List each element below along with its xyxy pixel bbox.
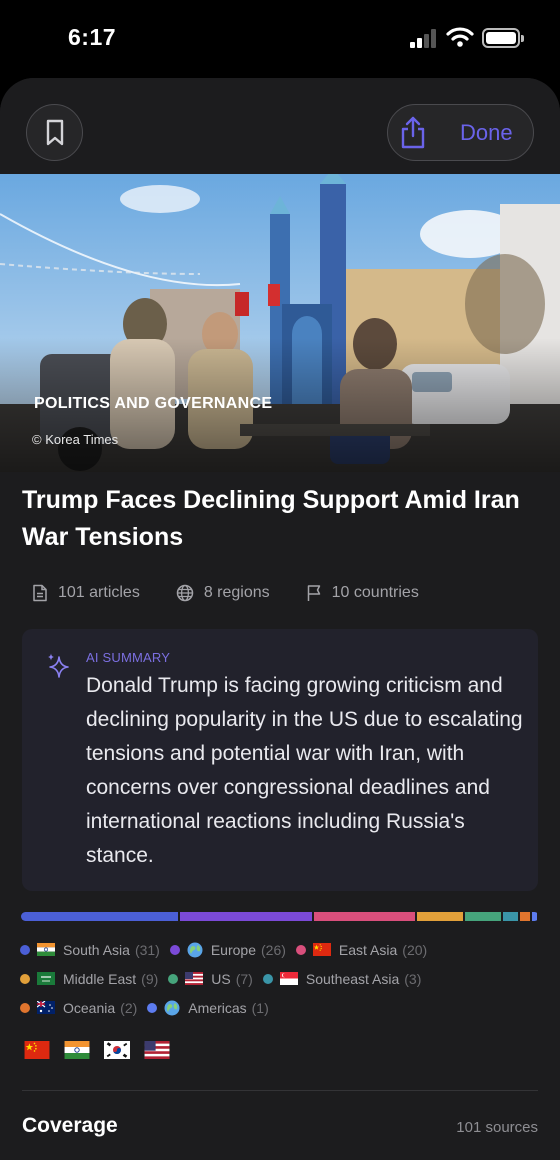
countries-count: 10 countries	[331, 584, 419, 601]
australia-flag	[37, 1001, 55, 1014]
cellular-signal-icon	[410, 28, 438, 48]
legend-region-count: (20)	[402, 941, 428, 958]
distribution-segment	[180, 912, 313, 921]
legend-region-count: (9)	[141, 970, 159, 987]
legend-dot	[20, 973, 30, 984]
stat-regions: 8 regions	[176, 584, 270, 602]
sources-count[interactable]: 101 sources	[456, 1119, 538, 1136]
china-flag	[312, 943, 331, 956]
region-distribution-bar	[21, 912, 539, 921]
status-bar: 6:17	[0, 0, 560, 78]
distribution-segment	[502, 912, 518, 921]
action-pill: Done	[387, 104, 534, 161]
legend-item[interactable]: Americas (1)	[147, 999, 269, 1016]
photo-credit: © Korea Times	[32, 432, 119, 447]
legend-region-name: East Asia	[338, 941, 398, 958]
legend-region-name: Europe	[210, 941, 256, 958]
regions-count: 8 regions	[203, 584, 270, 601]
document-icon	[33, 584, 47, 602]
legend-region-count: (2)	[120, 999, 138, 1016]
done-button[interactable]: Done	[460, 120, 513, 146]
share-button[interactable]	[396, 115, 430, 151]
article-title: Trump Faces Declining Support Amid Iran …	[22, 486, 520, 551]
legend-region-name: Oceania	[63, 999, 116, 1016]
legend-item[interactable]: East Asia (20)	[295, 941, 428, 958]
legend-dot	[295, 944, 306, 955]
legend-region-name: US	[211, 970, 231, 987]
legend-row: South Asia (31) Europe (26) East Asia (20)	[20, 935, 540, 964]
legend-dot	[262, 973, 273, 984]
status-time: 6:17	[68, 24, 117, 50]
stat-countries: 10 countries	[306, 584, 419, 602]
bookmark-icon	[46, 119, 63, 145]
distribution-segment	[314, 912, 416, 921]
bookmark-button[interactable]	[26, 104, 83, 161]
share-icon	[401, 116, 425, 149]
legend-dot	[168, 973, 179, 984]
legend-region-name: Americas	[188, 999, 247, 1016]
distribution-segment	[531, 912, 537, 921]
distribution-segment	[21, 912, 179, 921]
legend-item[interactable]: Europe (26)	[169, 941, 286, 958]
flag-icon	[307, 585, 320, 601]
legend-region-count: (26)	[261, 941, 286, 958]
distribution-segment	[519, 912, 530, 921]
legend-item[interactable]: Middle East (9)	[20, 971, 158, 987]
divider	[22, 1090, 538, 1091]
category-label: POLITICS AND GOVERNANCE	[34, 395, 273, 412]
india-flag[interactable]	[64, 1041, 90, 1059]
us-flag[interactable]	[144, 1041, 170, 1059]
legend-region-name: Middle East	[63, 970, 137, 987]
india-flag	[37, 943, 55, 956]
south-korea-flag[interactable]	[104, 1041, 130, 1059]
legend-region-name: Southeast Asia	[305, 970, 400, 987]
legend-item[interactable]: Southeast Asia (3)	[262, 970, 422, 987]
articles-count: 101 articles	[58, 584, 140, 601]
globe-icon	[164, 1000, 180, 1016]
legend-region-name: South Asia	[63, 941, 130, 958]
legend-region-count: (3)	[404, 970, 422, 987]
distribution-segment	[465, 912, 501, 921]
legend-row: Middle East (9) US (7) Southeast Asia (3)	[20, 964, 540, 993]
legend-item[interactable]: South Asia (31)	[20, 942, 160, 958]
country-flags	[24, 1041, 184, 1059]
article-sheet: Done POLITICS AND GOVERNANCE © Korea Tim…	[0, 78, 560, 1160]
distribution-segment	[417, 912, 464, 921]
ai-summary-text: Donald Trump is facing growing criticism…	[86, 674, 523, 867]
ai-summary-card: AI SUMMARY Donald Trump is facing growin…	[22, 629, 538, 891]
globe-icon	[187, 942, 203, 958]
globe-icon	[176, 584, 194, 602]
us-flag	[185, 972, 204, 985]
legend-item[interactable]: Oceania (2)	[20, 1000, 137, 1016]
legend-row: Oceania (2) Americas (1)	[20, 993, 540, 1022]
ai-summary-label: AI SUMMARY	[86, 650, 171, 665]
singapore-flag	[279, 972, 298, 985]
china-flag[interactable]	[24, 1041, 50, 1059]
legend-region-count: (1)	[251, 999, 269, 1016]
stat-articles: 101 articles	[32, 584, 140, 602]
legend-dot	[147, 1002, 158, 1013]
sparkle-icon	[48, 653, 69, 678]
legend-dot	[20, 1002, 30, 1013]
saudi-flag	[37, 972, 55, 985]
region-legend: South Asia (31) Europe (26) East Asia (20) Mid…	[20, 935, 540, 1022]
legend-dot	[20, 944, 30, 955]
hero-image: POLITICS AND GOVERNANCE © Korea Times	[0, 174, 560, 472]
legend-dot	[169, 944, 180, 955]
battery-icon	[482, 28, 524, 48]
legend-region-count: (7)	[235, 970, 253, 987]
article-stats: 101 articles 8 regions 10 countries	[32, 581, 455, 605]
legend-region-count: (31)	[134, 941, 160, 958]
sheet-toolbar: Done	[0, 78, 560, 174]
coverage-title: Coverage	[22, 1114, 118, 1137]
wifi-icon	[446, 26, 474, 53]
legend-item[interactable]: US (7)	[168, 971, 253, 987]
hero-photo	[0, 174, 560, 472]
